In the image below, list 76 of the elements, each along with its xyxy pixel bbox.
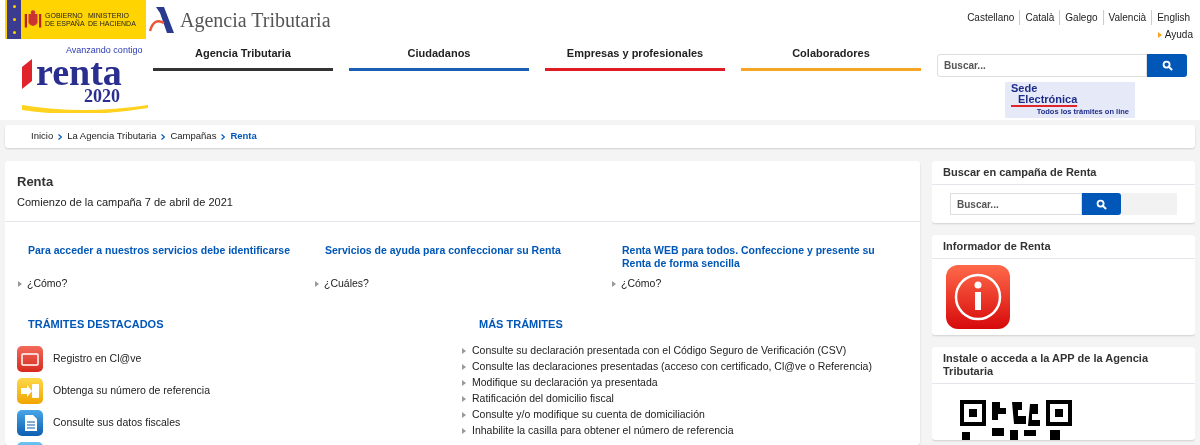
bullet-icon [462, 395, 466, 402]
procedure-link[interactable]: Modifique su declaración ya presentada [462, 376, 908, 390]
chevron-icon [58, 133, 63, 140]
search-field[interactable]: Buscar... [937, 54, 1147, 77]
service-heading[interactable]: Servicios de ayuda para confeccionar su Renta [325, 244, 591, 270]
link-text: Modifique su declaración ya presentada [472, 376, 658, 390]
service-heading[interactable]: Para acceder a nuestros servicios debe identificarse [28, 244, 294, 270]
bullet-icon [1157, 31, 1162, 38]
language-link[interactable]: Valencià [1103, 10, 1153, 25]
service-link[interactable]: Consulte sus datos fiscales [53, 415, 181, 432]
service-icon[interactable] [17, 346, 43, 373]
service-link[interactable]: Obtenga su número de referencia [53, 383, 210, 400]
language-link[interactable]: Català [1020, 10, 1061, 25]
page-title: Renta [17, 173, 55, 191]
agency-logo-text: Agencia Tributaria [180, 8, 331, 34]
chevron-icon [221, 133, 226, 140]
bullet-icon [462, 347, 466, 354]
nav-tab[interactable]: Colaboradores [741, 45, 921, 71]
breadcrumb-link[interactable]: La Agencia Tributaria [67, 129, 157, 144]
campaign-search-field[interactable]: Buscar... [950, 193, 1082, 215]
link-text: ¿Cómo? [621, 276, 662, 291]
nav-tab[interactable]: Empresas y profesionales [545, 45, 725, 71]
banner-text: Electrónica [1011, 94, 1078, 107]
link-text: Ratificación del domicilio fiscal [472, 392, 614, 406]
logo-tagline: Avanzando contigo [66, 45, 143, 55]
link-text: Inhabilite la casilla para obtener el número de referencia [472, 424, 734, 438]
procedure-link[interactable]: Consulte su declaración presentada con el Código Seguro de Verificación (CSV) [462, 344, 908, 358]
help-link[interactable]: Ayuda [1157, 27, 1193, 42]
service-link[interactable]: ¿Cómo? [18, 276, 294, 292]
page-subtitle: Comienzo de la campaña 7 de abril de 2021 [17, 194, 234, 210]
swoosh-icon [22, 105, 148, 113]
procedure-link[interactable]: Ratificación del domicilio fiscal [462, 392, 908, 406]
bullet-icon [612, 280, 616, 287]
link-text: ¿Cómo? [27, 276, 68, 291]
procedure-link[interactable]: Inhabilite la casilla para obtener el número de referencia [462, 424, 908, 438]
bullet-icon [315, 280, 319, 287]
procedure-link[interactable]: Consulte y/o modifique su cuenta de domiciliación [462, 408, 908, 422]
banner-text: Sede [1011, 83, 1039, 94]
service-heading[interactable]: Renta WEB para todos. Confeccione y presente su Renta de forma sencilla [622, 244, 888, 270]
info-icon[interactable] [946, 265, 1010, 329]
help-text: Ayuda [1164, 28, 1193, 42]
service-icon[interactable] [17, 410, 43, 437]
bullet-icon [462, 411, 466, 418]
bullet-icon [462, 363, 466, 370]
chevron-icon [161, 133, 166, 140]
language-link[interactable]: Castellano [962, 10, 1021, 25]
qr-code-icon[interactable] [960, 400, 1072, 440]
agency-logo-icon [148, 5, 174, 35]
section-heading: MÁS TRÁMITES [478, 316, 564, 332]
breadcrumb-link[interactable]: Renta [230, 129, 257, 144]
service-link[interactable]: ¿Cuáles? [315, 276, 591, 292]
card-title: Buscar en campaña de Renta [932, 161, 1195, 185]
search-icon [1096, 198, 1107, 210]
search-button[interactable] [1147, 54, 1187, 77]
link-text: Consulte su declaración presentada con el Código Seguro de Verificación (CSV) [472, 344, 847, 358]
breadcrumb-link[interactable]: Campañas [170, 129, 217, 144]
bullet-icon [18, 280, 22, 287]
nav-tab[interactable]: Ciudadanos [349, 45, 529, 71]
nav-tab[interactable]: Agencia Tributaria [153, 45, 333, 71]
link-text: Consulte y/o modifique su cuenta de domiciliación [472, 408, 705, 422]
card-title: Informador de Renta [932, 235, 1195, 259]
search-icon [1161, 60, 1173, 71]
logo-word: renta [36, 55, 122, 89]
service-link[interactable]: ¿Cómo? [612, 276, 888, 292]
logo-year: 2020 [84, 87, 120, 105]
language-link[interactable]: Galego [1060, 10, 1104, 25]
language-link[interactable]: English [1152, 10, 1195, 25]
bullet-icon [462, 427, 466, 434]
card-title: Instale o acceda a la APP de la Agencia Tributaria [932, 347, 1195, 384]
search-button[interactable] [1082, 193, 1121, 215]
link-text: ¿Cuáles? [324, 276, 369, 291]
swoosh-icon [22, 59, 32, 89]
bullet-icon [462, 379, 466, 386]
breadcrumb-link[interactable]: Inicio [31, 129, 54, 144]
service-link[interactable]: Registro en Cl@ve [53, 351, 142, 368]
section-heading: TRÁMITES DESTACADOS [27, 316, 165, 332]
